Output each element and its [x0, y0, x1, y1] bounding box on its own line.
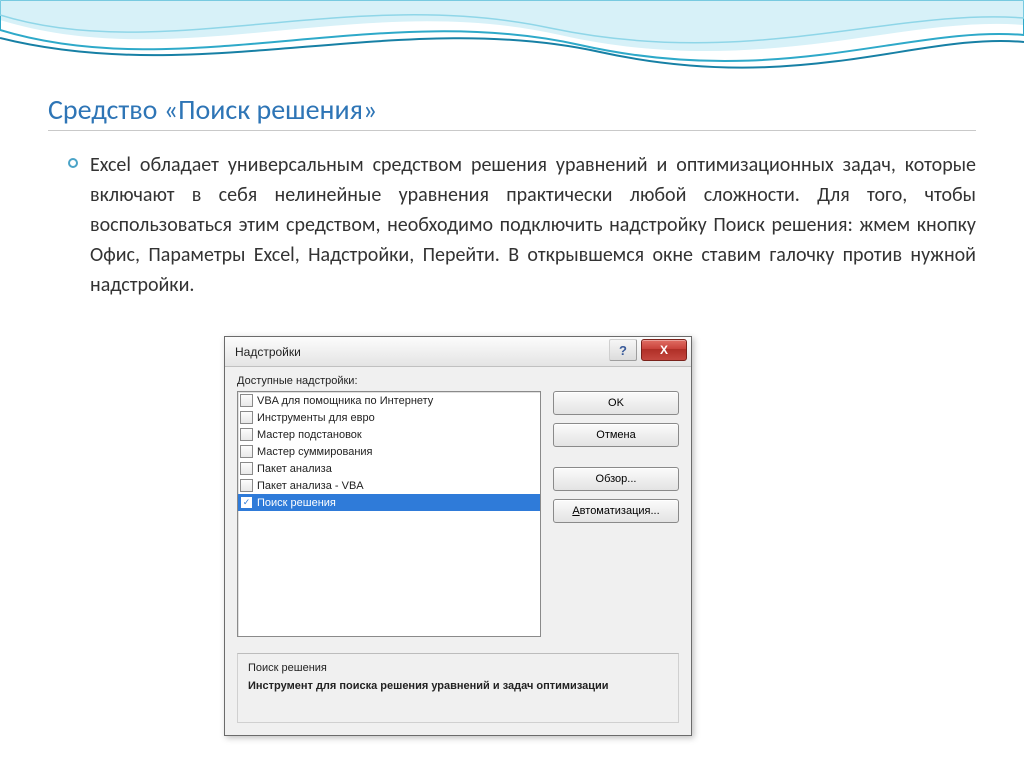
list-item-label: Мастер подстановок: [257, 429, 362, 441]
addins-listbox[interactable]: VBA для помощника по Интернету Инструмент…: [237, 391, 541, 637]
automation-button[interactable]: Автоматизация...: [553, 499, 679, 523]
slide-wave-decoration: [0, 0, 1024, 90]
checkbox-icon[interactable]: [240, 462, 253, 475]
list-item-label: Инструменты для евро: [257, 412, 375, 424]
list-item[interactable]: Инструменты для евро: [238, 409, 540, 426]
checkbox-icon[interactable]: [240, 445, 253, 458]
checkbox-icon[interactable]: ✓: [240, 496, 253, 509]
list-item[interactable]: Пакет анализа: [238, 460, 540, 477]
description-panel: Поиск решения Инструмент для поиска реше…: [237, 653, 679, 723]
available-addins-label: Доступные надстройки:: [237, 375, 541, 387]
description-text: Инструмент для поиска решения уравнений …: [248, 680, 668, 692]
checkbox-icon[interactable]: [240, 479, 253, 492]
browse-button[interactable]: Обзор...: [553, 467, 679, 491]
checkbox-icon[interactable]: [240, 411, 253, 424]
list-item[interactable]: Пакет анализа - VBA: [238, 477, 540, 494]
slide-title: Средство «Поиск решения»: [48, 92, 377, 127]
list-item-label: Пакет анализа: [257, 463, 332, 475]
list-item[interactable]: ✓ Поиск решения: [238, 494, 540, 511]
help-button[interactable]: ?: [609, 339, 637, 361]
title-underline: [48, 130, 976, 131]
automation-rest: втоматизация...: [580, 505, 660, 517]
bullet-text: Excel обладает универсальным средством р…: [90, 150, 976, 300]
automation-accel: А: [572, 505, 579, 517]
list-item-label: VBA для помощника по Интернету: [257, 395, 433, 407]
list-item[interactable]: Мастер подстановок: [238, 426, 540, 443]
list-item[interactable]: VBA для помощника по Интернету: [238, 392, 540, 409]
bullet-block: Excel обладает универсальным средством р…: [68, 150, 976, 300]
dialog-titlebar: Надстройки ? X: [225, 337, 691, 367]
description-title: Поиск решения: [248, 662, 668, 674]
checkbox-icon[interactable]: [240, 428, 253, 441]
checkbox-icon[interactable]: [240, 394, 253, 407]
addins-dialog: Надстройки ? X Доступные надстройки: VBA…: [224, 336, 692, 736]
close-button[interactable]: X: [641, 339, 687, 361]
ok-button[interactable]: OK: [553, 391, 679, 415]
list-item-label: Мастер суммирования: [257, 446, 373, 458]
list-item-label: Поиск решения: [257, 497, 336, 509]
bullet-dot-icon: [68, 158, 78, 168]
dialog-title: Надстройки: [235, 345, 301, 359]
cancel-button[interactable]: Отмена: [553, 423, 679, 447]
list-item-label: Пакет анализа - VBA: [257, 480, 364, 492]
list-item[interactable]: Мастер суммирования: [238, 443, 540, 460]
